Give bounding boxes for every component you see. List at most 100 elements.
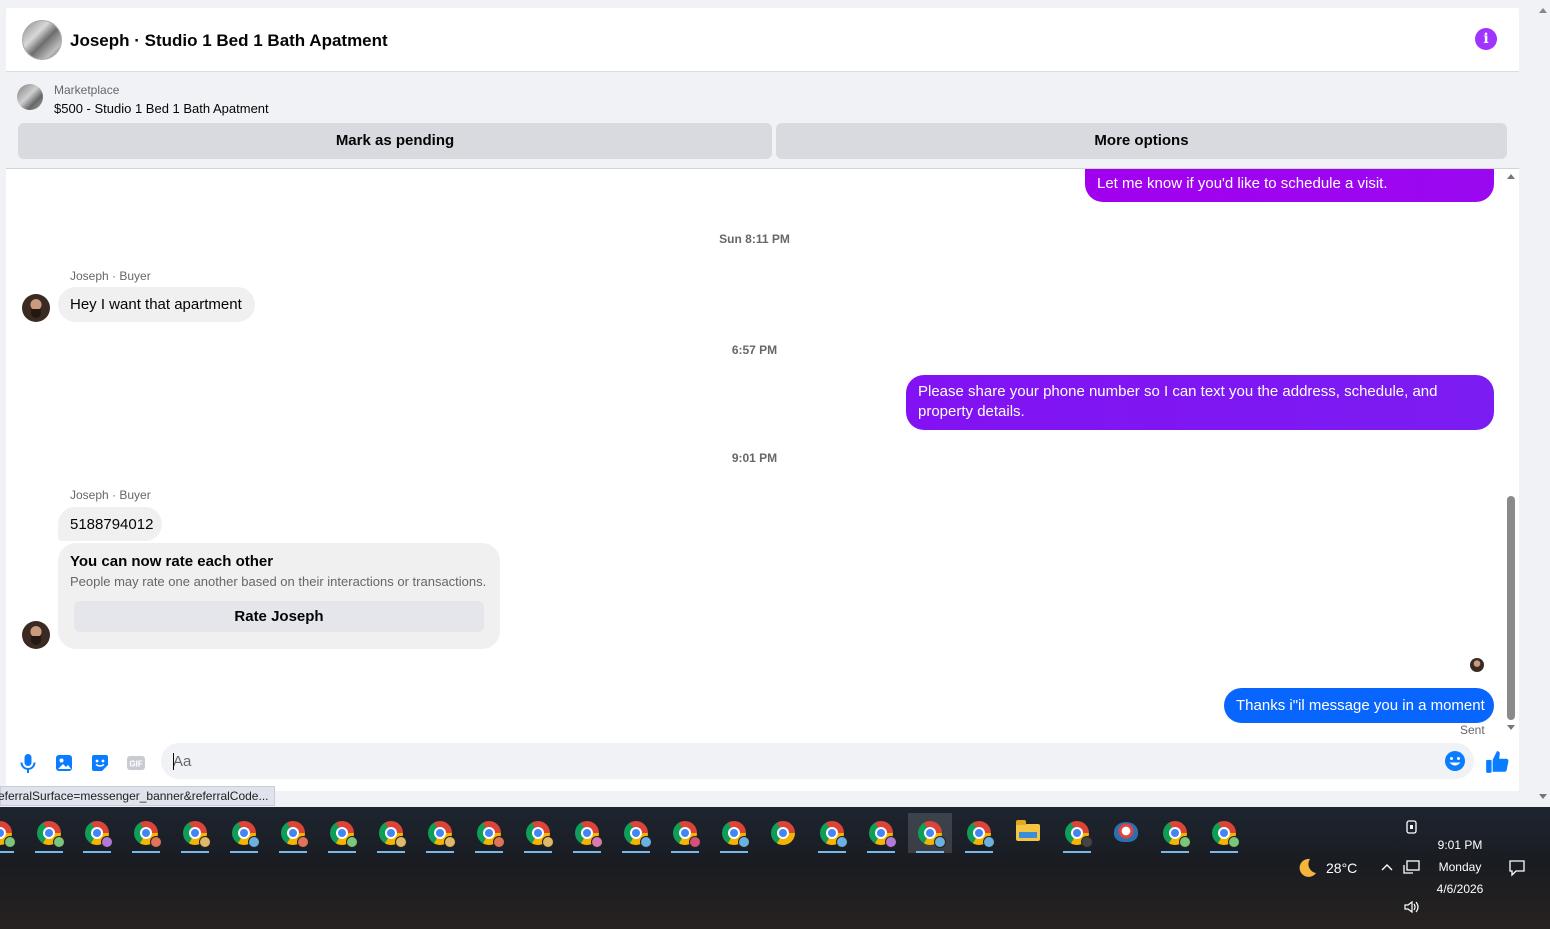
taskbar-app-button[interactable]: [369, 813, 413, 853]
taskbar-app-button[interactable]: [810, 813, 854, 853]
microphone-icon[interactable]: [17, 752, 39, 774]
taskbar-app-button[interactable]: [1153, 813, 1197, 853]
chevron-up-icon[interactable]: [1380, 861, 1394, 875]
profile-badge: [493, 836, 505, 848]
conversation-title[interactable]: Joseph · Studio 1 Bed 1 Bath Apatment: [70, 31, 388, 51]
outgoing-message[interactable]: Let me know if you'd like to schedule a …: [1085, 169, 1494, 202]
chrome-icon: [869, 821, 897, 848]
profile-badge: [395, 836, 407, 848]
thumbs-up-icon[interactable]: [1484, 749, 1510, 775]
chrome-icon: [428, 821, 456, 848]
taskbar-app-button[interactable]: [908, 813, 952, 853]
outgoing-message[interactable]: Thanks i"il message you in a moment: [1224, 688, 1494, 723]
profile-badge: [297, 836, 309, 848]
listing-thumbnail[interactable]: [22, 20, 62, 60]
marketplace-banner: Marketplace $500 - Studio 1 Bed 1 Bath A…: [6, 72, 1519, 169]
clock-date[interactable]: 4/6/2026: [1430, 882, 1490, 896]
chrome-icon: [1065, 821, 1093, 848]
mark-as-pending-button[interactable]: Mark as pending: [18, 123, 772, 159]
taskbar-app-button[interactable]: [124, 813, 168, 853]
chrome-icon: [183, 821, 211, 848]
profile-badge: [1228, 836, 1240, 848]
seen-avatar: [1470, 658, 1484, 672]
notification-icon[interactable]: [1508, 859, 1526, 877]
running-indicator: [916, 851, 944, 853]
running-indicator: [475, 851, 503, 853]
sender-name: Joseph · Buyer: [70, 269, 151, 283]
taskbar-app-button[interactable]: [1055, 813, 1099, 853]
taskbar-app-button[interactable]: [712, 813, 756, 853]
taskbar-app-button[interactable]: [418, 813, 462, 853]
taskbar-app-button[interactable]: [516, 813, 560, 853]
running-indicator: [965, 851, 993, 853]
chrome-icon: [477, 821, 505, 848]
scroll-up-arrow[interactable]: [1507, 174, 1515, 179]
running-indicator: [1161, 851, 1189, 853]
meet-now-icon[interactable]: [1404, 819, 1420, 835]
scrollbar-thumb[interactable]: [1507, 496, 1515, 720]
incoming-message[interactable]: 5188794012: [58, 507, 162, 541]
running-indicator: [818, 851, 846, 853]
avatar[interactable]: [22, 294, 50, 322]
timestamp: 9:01 PM: [731, 451, 778, 465]
info-icon[interactable]: i: [1475, 28, 1497, 50]
message-input-box[interactable]: [161, 743, 1474, 779]
scroll-down-arrow[interactable]: [1507, 725, 1515, 730]
rate-joseph-button[interactable]: Rate Joseph: [74, 601, 484, 632]
sticker-icon[interactable]: [89, 752, 111, 774]
image-icon[interactable]: [53, 752, 75, 774]
moon-icon[interactable]: [1296, 857, 1318, 879]
taskbar-app-button[interactable]: [957, 813, 1001, 853]
taskbar-app-button[interactable]: [467, 813, 511, 853]
running-indicator: [622, 851, 650, 853]
chrome-icon: [918, 821, 946, 848]
clock-time[interactable]: 9:01 PM: [1430, 838, 1490, 852]
taskbar-app-button[interactable]: [761, 813, 805, 853]
running-indicator: [35, 851, 63, 853]
clock-day[interactable]: Monday: [1430, 860, 1490, 874]
chrome-icon: [673, 821, 701, 848]
taskbar-app-button[interactable]: [75, 813, 119, 853]
running-indicator: [181, 851, 209, 853]
running-indicator: [426, 851, 454, 853]
taskbar-app-button[interactable]: [859, 813, 903, 853]
scrollbar[interactable]: [1503, 169, 1519, 739]
message-input[interactable]: [173, 743, 1433, 779]
page-scroll-up-arrow[interactable]: [1539, 8, 1547, 13]
taskbar-app-button[interactable]: [320, 813, 364, 853]
taskbar-app-button[interactable]: [1006, 813, 1050, 853]
more-options-button[interactable]: More options: [776, 123, 1507, 159]
taskbar-app-button[interactable]: [1202, 813, 1246, 853]
chrome-icon: [1212, 821, 1240, 848]
chrome-icon: [134, 821, 162, 848]
chrome-icon: [771, 821, 795, 845]
taskbar-app-button[interactable]: [271, 813, 315, 853]
rating-card: You can now rate each other People may r…: [58, 543, 500, 649]
running-indicator: [1210, 851, 1238, 853]
avatar[interactable]: [22, 621, 50, 649]
running-indicator: [1063, 851, 1091, 853]
incoming-message[interactable]: Hey I want that apartment: [58, 287, 255, 322]
taskbar-app-button[interactable]: [565, 813, 609, 853]
running-indicator: [671, 851, 699, 853]
listing-small-thumbnail[interactable]: [17, 84, 43, 110]
taskbar-app-button[interactable]: [663, 813, 707, 853]
text-caret: [173, 753, 174, 770]
taskbar-app-button[interactable]: [1104, 813, 1148, 853]
emoji-icon[interactable]: [1444, 750, 1466, 772]
gif-icon[interactable]: GIF: [125, 752, 147, 774]
weather-temperature[interactable]: 28°C: [1326, 860, 1357, 876]
taskbar-app-button[interactable]: [27, 813, 71, 853]
profile-badge: [983, 836, 995, 848]
profile-badge: [738, 836, 750, 848]
page-scroll-down-arrow[interactable]: [1539, 794, 1547, 799]
taskbar-app-button[interactable]: [173, 813, 217, 853]
listing-title[interactable]: $500 - Studio 1 Bed 1 Bath Apatment: [54, 101, 269, 116]
network-icon[interactable]: [1403, 859, 1421, 875]
outgoing-message[interactable]: Please share your phone number so I can …: [906, 375, 1494, 430]
taskbar-app-button[interactable]: [222, 813, 266, 853]
taskbar-app-button[interactable]: [0, 813, 22, 853]
taskbar-app-button[interactable]: [614, 813, 658, 853]
volume-icon[interactable]: [1403, 899, 1421, 915]
chat-header: Joseph · Studio 1 Bed 1 Bath Apatment i: [6, 8, 1519, 72]
